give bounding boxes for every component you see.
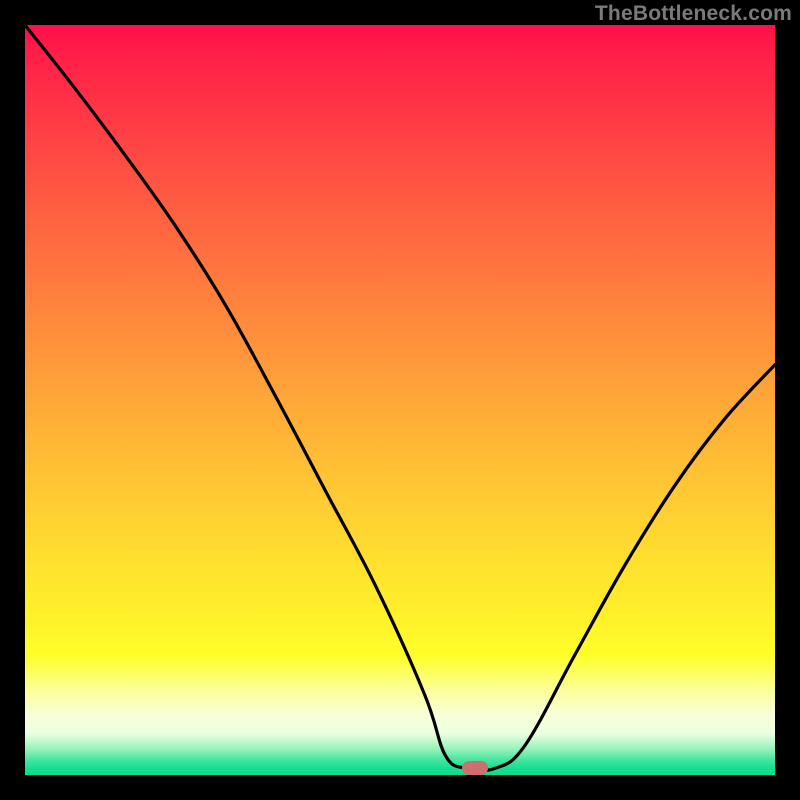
watermark-text: TheBottleneck.com <box>595 2 792 26</box>
optimum-marker <box>462 761 488 775</box>
plot-area <box>25 25 775 775</box>
bottleneck-curve <box>25 25 775 775</box>
chart-frame: TheBottleneck.com <box>0 0 800 800</box>
curve-path <box>25 25 775 771</box>
